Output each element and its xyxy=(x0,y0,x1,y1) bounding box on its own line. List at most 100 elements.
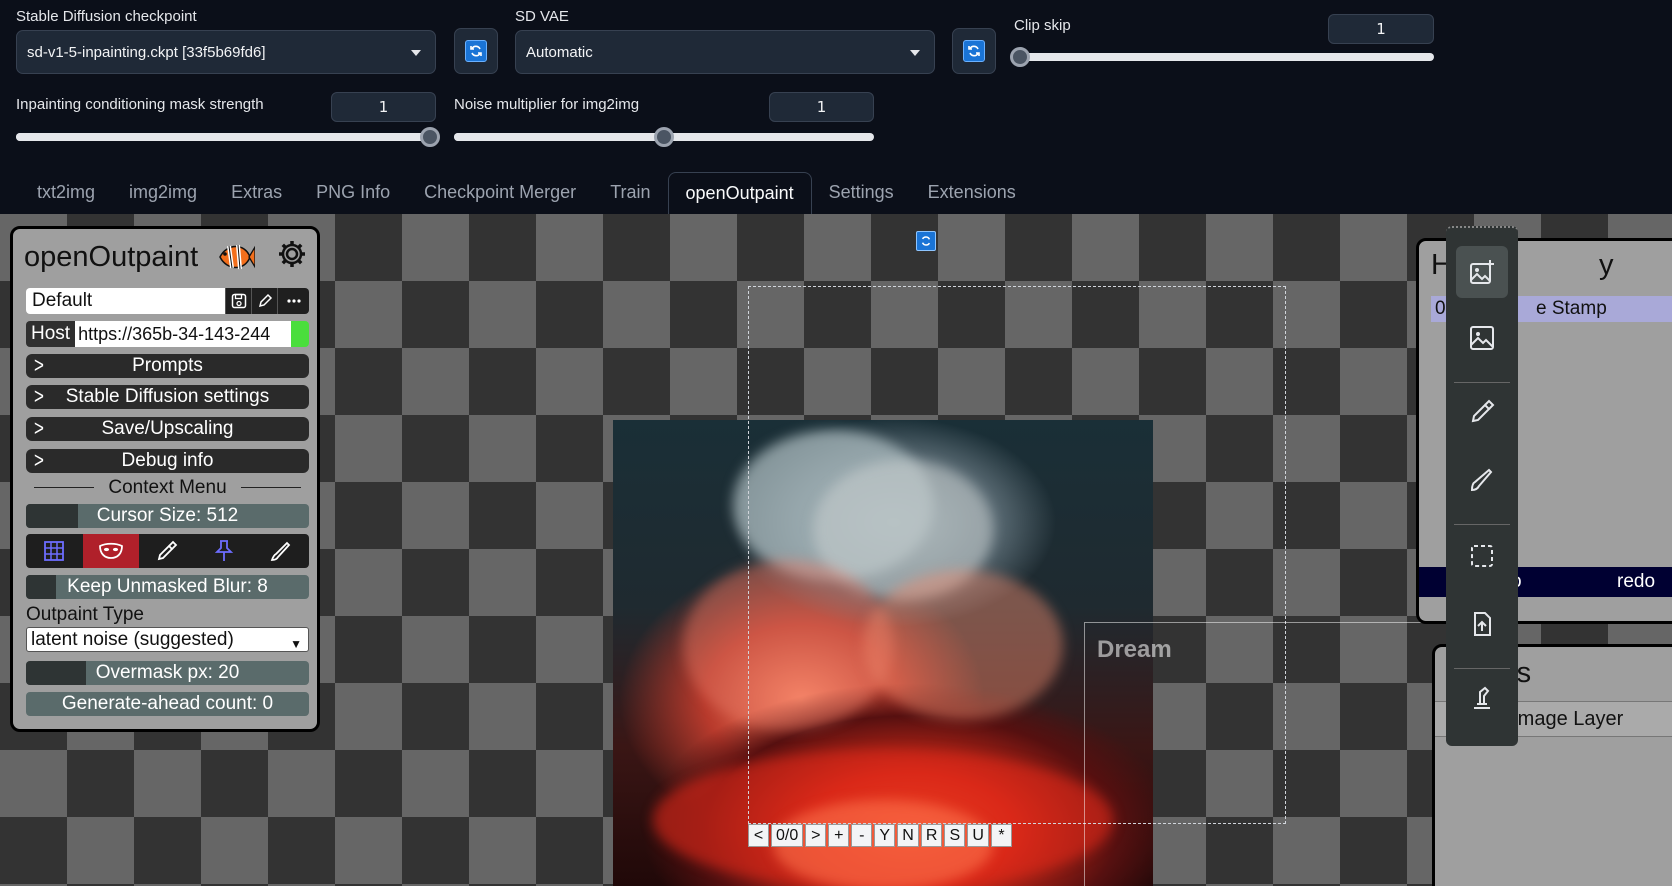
vae-value: Automatic xyxy=(526,43,593,61)
main-tabs: txt2img img2img Extras PNG Info Checkpoint M… xyxy=(20,172,1033,214)
slider-fill xyxy=(26,575,56,599)
keep-unmasked-blur-slider[interactable]: Keep Unmasked Blur: 8 xyxy=(26,575,309,599)
retry-button[interactable]: R xyxy=(920,824,943,847)
noise-mult-slider[interactable] xyxy=(454,127,874,147)
clip-skip-thumb[interactable] xyxy=(1010,47,1030,67)
selection-icon[interactable] xyxy=(1456,530,1508,582)
redo-button[interactable]: redo xyxy=(1617,567,1655,597)
mask-strength-slider[interactable] xyxy=(16,127,440,147)
clip-skip-label: Clip skip xyxy=(1014,17,1071,34)
gear-icon[interactable] xyxy=(277,239,307,274)
generate-ahead-label: Generate-ahead count: 0 xyxy=(61,693,274,714)
slider-fill xyxy=(26,661,86,685)
image-add-icon[interactable] xyxy=(1456,246,1508,298)
prev-result-button[interactable]: < xyxy=(748,824,769,847)
vae-label: SD VAE xyxy=(515,8,569,25)
paintbrush-icon[interactable] xyxy=(1456,454,1508,506)
more-button[interactable]: * xyxy=(990,824,1012,847)
result-navigation: <0/0 > + - Y N R S U * xyxy=(748,824,1012,847)
accordion-debug-info[interactable]: > Debug info xyxy=(26,448,309,473)
stamp-icon[interactable] xyxy=(196,534,253,568)
outpaint-type-select[interactable]: latent noise (suggested) ▼ xyxy=(26,627,309,652)
accordion-save-upscaling[interactable]: > Save/Upscaling xyxy=(26,416,309,441)
pencil-icon[interactable] xyxy=(252,534,309,568)
history-item-label: e Stamp xyxy=(1536,298,1607,319)
keep-blur-label: Keep Unmasked Blur: 8 xyxy=(67,576,268,597)
refresh-icon xyxy=(465,40,487,62)
noise-mult-input[interactable]: 1 xyxy=(769,92,874,122)
grid-icon[interactable] xyxy=(26,534,83,568)
accordion-label: Prompts xyxy=(132,355,203,376)
chevron-right-icon: > xyxy=(34,416,44,441)
refresh-checkpoint-button[interactable] xyxy=(454,28,498,74)
next-result-button[interactable]: > xyxy=(805,824,827,847)
mask-strength-fill xyxy=(16,133,436,141)
accordion-prompts[interactable]: > Prompts xyxy=(26,353,309,378)
tab-checkpoint-merger[interactable]: Checkpoint Merger xyxy=(407,172,593,214)
context-menu-heading: Context Menu xyxy=(26,477,309,498)
overmask-slider[interactable]: Overmask px: 20 xyxy=(26,661,309,685)
tool-toolbar xyxy=(1446,226,1518,746)
noise-mult-thumb[interactable] xyxy=(654,127,674,147)
mask-strength-thumb[interactable] xyxy=(420,127,440,147)
clownfish-logo-icon xyxy=(217,239,256,275)
history-title-end: y xyxy=(1599,249,1614,281)
tab-img2img[interactable]: img2img xyxy=(112,172,214,214)
more-icon[interactable] xyxy=(277,288,309,314)
outpaint-type-label: Outpaint Type xyxy=(26,604,144,625)
chevron-down-icon: ▼ xyxy=(290,637,302,651)
accordion-label: Stable Diffusion settings xyxy=(65,386,270,407)
tab-txt2img[interactable]: txt2img xyxy=(20,172,112,214)
save-icon[interactable] xyxy=(225,288,251,314)
host-input[interactable]: https://365b-34-143-244 xyxy=(75,321,291,347)
interrogate-icon[interactable] xyxy=(1456,672,1508,724)
mask-strength-input[interactable]: 1 xyxy=(331,92,436,122)
host-status-indicator xyxy=(291,321,309,347)
brush-icon[interactable] xyxy=(1456,386,1508,438)
clip-skip-slider[interactable] xyxy=(1010,47,1434,67)
clip-skip-input[interactable]: 1 xyxy=(1328,14,1434,44)
tab-openoutpaint[interactable]: openOutpaint xyxy=(667,172,812,214)
outpaint-type-value: latent noise (suggested) xyxy=(31,629,234,650)
openoutpaint-panel: openOutpaint Default Host https://365b-3… xyxy=(10,226,320,732)
remove-result-button[interactable]: - xyxy=(851,824,873,847)
tab-train[interactable]: Train xyxy=(593,172,667,214)
edit-icon[interactable] xyxy=(251,288,277,314)
dream-label: Dream xyxy=(1097,636,1172,663)
vae-dropdown[interactable]: Automatic xyxy=(515,30,935,74)
mask-icon[interactable] xyxy=(82,534,140,568)
cursor-size-slider[interactable]: Cursor Size: 512 xyxy=(26,504,309,528)
add-result-button[interactable]: + xyxy=(828,824,850,847)
mask-strength-label: Inpainting conditioning mask strength xyxy=(16,96,264,113)
profile-name-input[interactable]: Default xyxy=(26,288,225,314)
noise-mult-label: Noise multiplier for img2img xyxy=(454,96,640,113)
generate-ahead-slider[interactable]: Generate-ahead count: 0 xyxy=(26,692,309,716)
host-field: Host https://365b-34-143-244 xyxy=(26,321,309,347)
slider-fill xyxy=(26,504,78,528)
brush-icon[interactable] xyxy=(139,534,196,568)
tab-png-info[interactable]: PNG Info xyxy=(299,172,407,214)
upload-icon[interactable] xyxy=(1456,598,1508,650)
reject-button[interactable]: N xyxy=(897,824,919,847)
host-label: Host xyxy=(26,321,76,347)
upscale-button[interactable]: U xyxy=(967,824,989,847)
chevron-right-icon: > xyxy=(34,353,44,378)
refresh-icon[interactable] xyxy=(916,231,936,251)
tool-selector xyxy=(26,534,309,568)
refresh-vae-button[interactable] xyxy=(952,28,996,74)
accordion-sd-settings[interactable]: > Stable Diffusion settings xyxy=(26,384,309,409)
image-icon[interactable] xyxy=(1456,312,1508,364)
result-counter: 0/0 xyxy=(771,824,804,847)
history-item-index: 0 xyxy=(1435,298,1446,319)
checkpoint-label: Stable Diffusion checkpoint xyxy=(16,8,197,25)
tab-extras[interactable]: Extras xyxy=(214,172,299,214)
checkpoint-dropdown[interactable]: sd-v1-5-inpainting.ckpt [33f5b69fd6] xyxy=(16,30,436,74)
chevron-right-icon: > xyxy=(34,384,44,409)
chevron-down-icon xyxy=(411,50,421,56)
accordion-label: Debug info xyxy=(121,450,214,471)
save-button[interactable]: S xyxy=(944,824,966,847)
tab-settings[interactable]: Settings xyxy=(812,172,911,214)
refresh-icon xyxy=(963,40,985,62)
tab-extensions[interactable]: Extensions xyxy=(911,172,1033,214)
accept-button[interactable]: Y xyxy=(874,824,896,847)
